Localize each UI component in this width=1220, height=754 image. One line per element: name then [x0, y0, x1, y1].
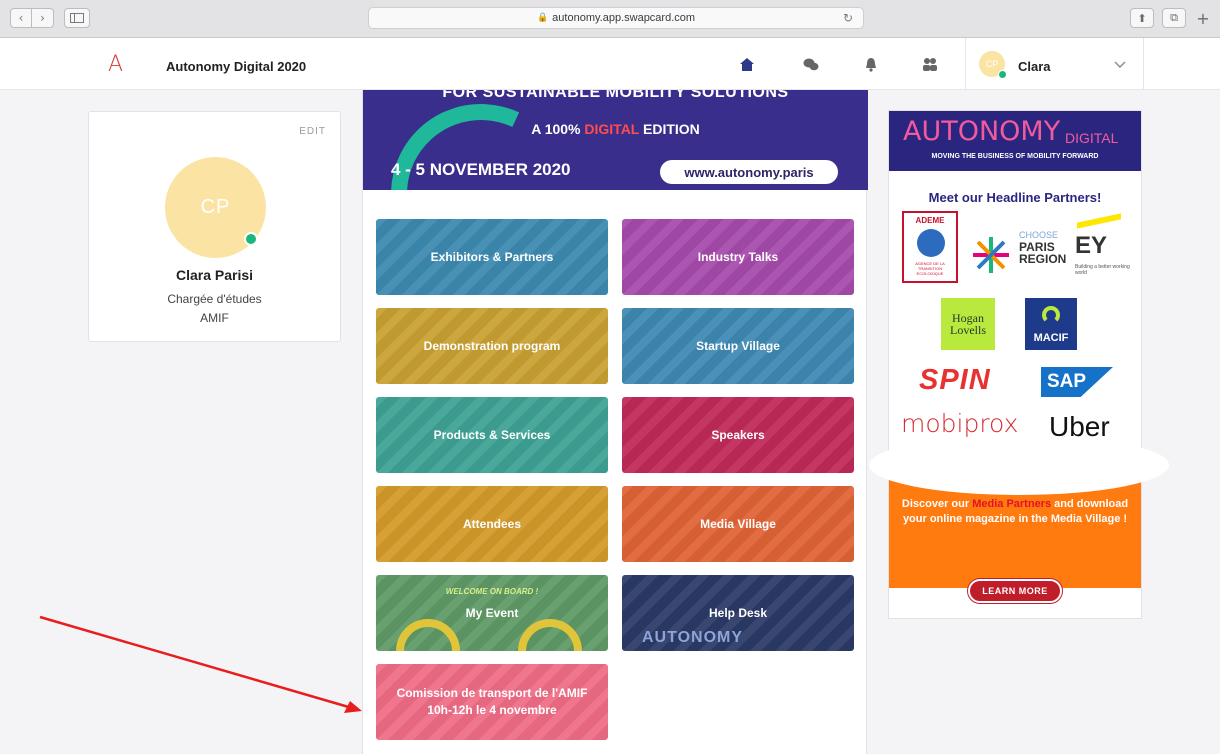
tile-label: Media Village — [700, 517, 776, 531]
header-divider — [1143, 38, 1144, 90]
ad-logo-suffix: DIGITAL — [1065, 130, 1119, 146]
tile-label: Comission de transport de l'AMIF 10h-12h… — [396, 686, 588, 717]
share-icon[interactable]: ⬆ — [1130, 8, 1154, 28]
banner-website-link[interactable]: www.autonomy.paris — [660, 160, 838, 184]
macif-text: MACIF — [1033, 332, 1069, 344]
sidebar-toggle-icon[interactable] — [64, 8, 90, 28]
ey-logo-bar — [1077, 213, 1121, 229]
address-bar[interactable]: 🔒 autonomy.app.swapcard.com ↻ — [368, 7, 864, 29]
tile-label: Startup Village — [696, 339, 780, 353]
sponsor-ad[interactable]: AUTONOMY DIGITAL MOVING THE BUSINESS OF … — [869, 110, 1169, 619]
browser-nav: ‹ › — [10, 8, 90, 28]
tile-industry-talks[interactable]: Industry Talks — [622, 219, 854, 295]
chevron-down-icon[interactable] — [1114, 58, 1126, 71]
app-logo[interactable]: A — [108, 52, 123, 77]
tile-label: Speakers — [711, 428, 765, 442]
macif-ring-icon — [1042, 306, 1060, 324]
tile-label: Exhibitors & Partners — [430, 250, 554, 264]
ademe-logo: ADEME AGENCE DE LA TRANSITION ÉCOLOGIQUE — [902, 211, 958, 283]
paris-region-text: PARIS REGION — [1019, 240, 1067, 266]
choose-paris-region-logo — [973, 237, 1009, 273]
promo-prefix: Discover our — [901, 498, 973, 510]
macif-logo: MACIF — [1025, 298, 1077, 350]
reload-icon[interactable]: ↻ — [843, 11, 853, 25]
globe-icon — [917, 229, 945, 257]
tile-media-village[interactable]: Media Village — [622, 486, 854, 562]
tile-label: My Event — [465, 606, 519, 620]
event-title[interactable]: Autonomy Digital 2020 — [166, 59, 306, 74]
choose-text: CHOOSE — [1019, 230, 1059, 240]
edition-suffix: EDITION — [639, 121, 700, 137]
lock-icon: 🔒 — [536, 13, 549, 23]
people-icon[interactable] — [920, 54, 940, 74]
new-tab-icon[interactable]: + — [1194, 8, 1212, 28]
sap-logo: SAP — [1041, 367, 1113, 397]
back-icon[interactable]: ‹ — [10, 8, 32, 28]
tile-my-event[interactable]: WELCOME ON BOARD ! My Event — [376, 575, 608, 651]
chat-icon[interactable] — [801, 54, 821, 74]
user-avatar[interactable]: CP — [979, 51, 1007, 79]
tile-help-desk[interactable]: AUTONOMY Help Desk — [622, 575, 854, 651]
promo-highlight: Media Partners — [972, 498, 1052, 510]
profile-role: Chargée d'études — [167, 292, 262, 306]
tile-amif-commission[interactable]: Comission de transport de l'AMIF 10h-12h… — [376, 664, 608, 740]
tile-label: Industry Talks — [697, 250, 779, 264]
ad-tagline: MOVING THE BUSINESS OF MOBILITY FORWARD — [931, 153, 1099, 160]
ad-logo: AUTONOMY — [903, 116, 1061, 147]
tile-attendees[interactable]: Attendees — [376, 486, 608, 562]
welcome-banner-text: WELCOME ON BOARD ! — [445, 587, 539, 596]
sidebar-icon — [70, 13, 84, 23]
profile-avatar: CP — [165, 157, 266, 258]
home-icon[interactable] — [737, 54, 757, 74]
ad-promo-text: Discover our Media Partners and download… — [889, 497, 1141, 527]
banner-dates: 4 - 5 NOVEMBER 2020 — [391, 160, 571, 179]
tile-label: Attendees — [462, 517, 521, 531]
forward-icon[interactable]: › — [32, 8, 54, 28]
header-divider — [965, 38, 966, 90]
user-initials: CP — [985, 59, 999, 69]
profile-initials: CP — [200, 196, 231, 218]
profile-name: Clara Parisi — [175, 267, 254, 283]
tile-exhibitors-partners[interactable]: Exhibitors & Partners — [376, 219, 608, 295]
profile-organization: AMIF — [200, 311, 229, 325]
app-header: A Autonomy Digital 2020 CP Clara — [0, 38, 1220, 90]
wave-decoration — [869, 435, 1169, 495]
edition-highlight: DIGITAL — [584, 121, 640, 137]
ademe-subtitle: AGENCE DE LA TRANSITION ÉCOLOGIQUE — [915, 261, 945, 276]
tabs-icon[interactable]: ⧉ — [1162, 8, 1186, 28]
tile-demonstration-program[interactable]: Demonstration program — [376, 308, 608, 384]
tile-startup-village[interactable]: Startup Village — [622, 308, 854, 384]
banner-tagline: FOR SUSTAINABLE MOBILITY SOLUTIONS — [442, 90, 789, 101]
edit-profile-button[interactable]: EDIT — [299, 126, 326, 137]
ademe-text: ADEME — [915, 216, 945, 225]
banner-edition: A 100% DIGITAL EDITION — [363, 121, 868, 137]
event-banner: FOR SUSTAINABLE MOBILITY SOLUTIONS A 100… — [363, 90, 868, 190]
user-name[interactable]: Clara — [1018, 59, 1051, 74]
edition-prefix: A 100% — [531, 121, 585, 137]
learn-more-button[interactable]: LEARN MORE — [968, 579, 1062, 603]
browser-toolbar: ‹ › 🔒 autonomy.app.swapcard.com ↻ ⬆ ⧉ + — [0, 0, 1220, 38]
spin-logo: SPIN — [919, 364, 991, 396]
profile-card: EDIT CP Clara Parisi Chargée d'études AM… — [88, 111, 341, 342]
online-status-dot — [244, 232, 258, 246]
tile-label: Help Desk — [708, 606, 768, 620]
browser-actions: ⬆ ⧉ + — [1130, 8, 1212, 28]
ey-logo: EY — [1075, 232, 1108, 259]
event-home-panel: FOR SUSTAINABLE MOBILITY SOLUTIONS A 100… — [362, 90, 868, 754]
tile-label: Products & Services — [433, 428, 551, 442]
tile-label: Demonstration program — [423, 339, 561, 353]
url-text: autonomy.app.swapcard.com — [552, 12, 696, 24]
mobiprox-logo: mobiprox — [901, 409, 1019, 438]
tile-products-services[interactable]: Products & Services — [376, 397, 608, 473]
autonomy-watermark: AUTONOMY — [642, 629, 744, 646]
tile-speakers[interactable]: Speakers — [622, 397, 854, 473]
online-status-dot — [998, 70, 1007, 79]
hogan-lovells-logo: Hogan Lovells — [941, 298, 995, 350]
ad-headline: Meet our Headline Partners! — [928, 190, 1102, 205]
bell-icon[interactable] — [861, 54, 881, 74]
ey-tagline: Building a better working world — [1075, 264, 1130, 276]
